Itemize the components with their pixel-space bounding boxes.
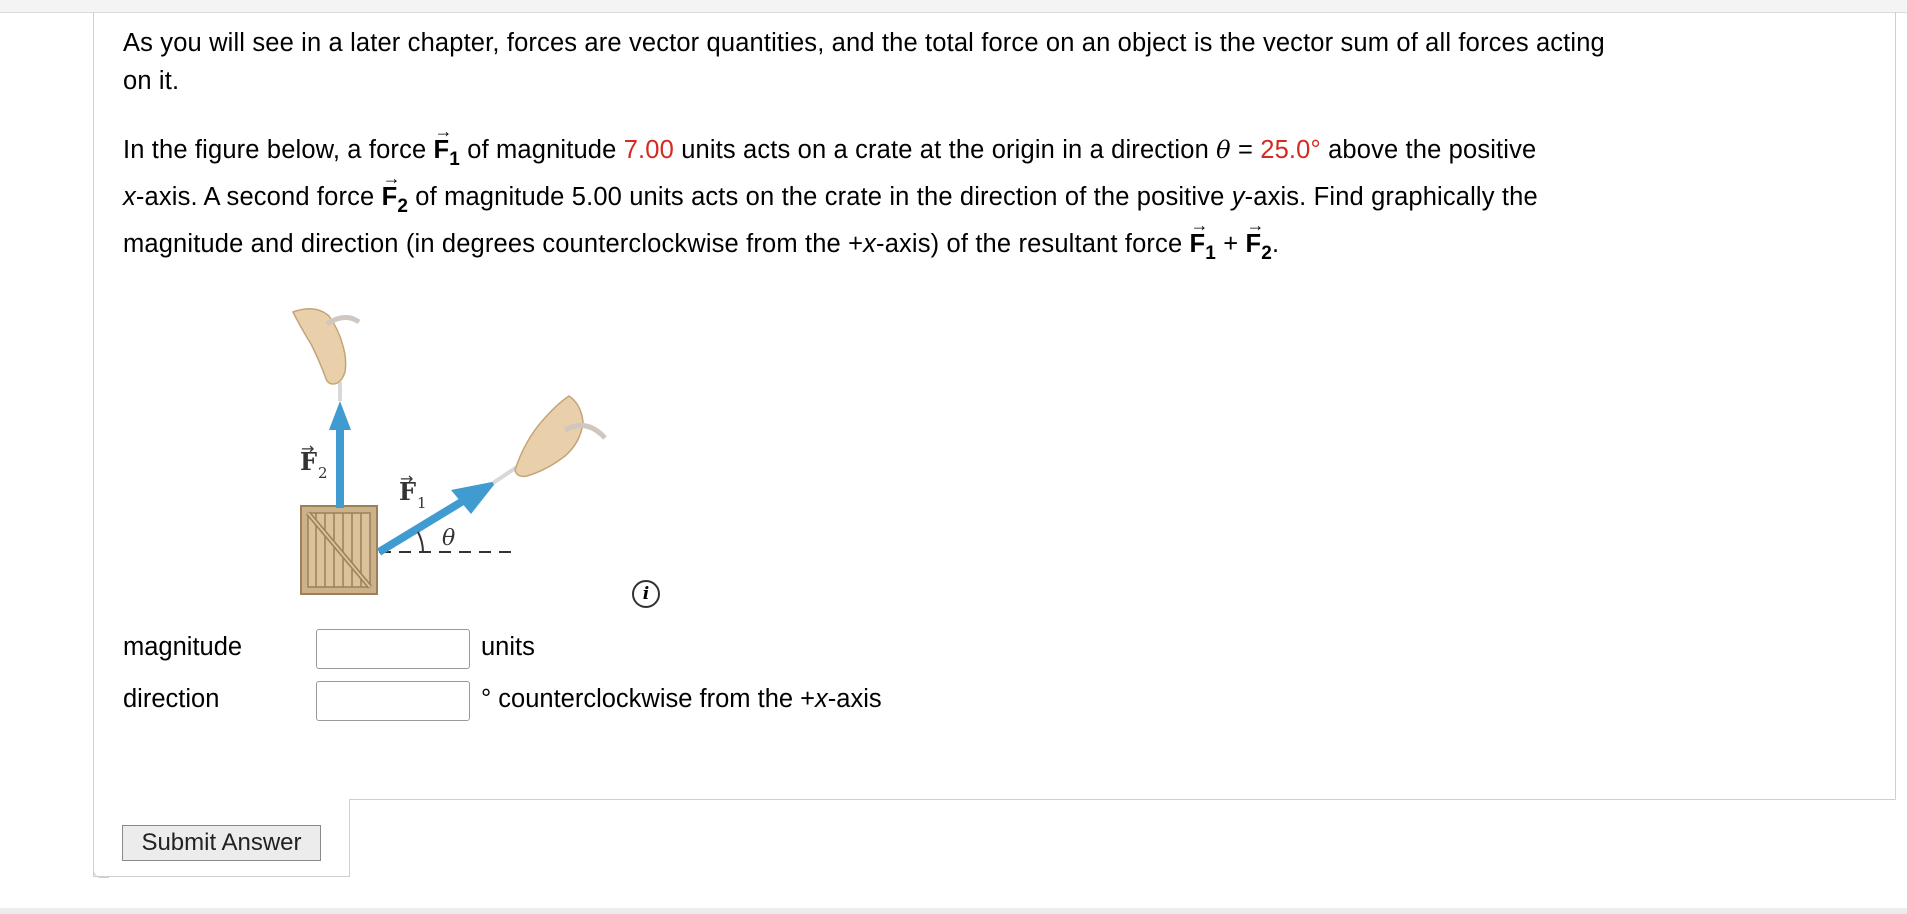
- magnitude-value: 7.00: [623, 136, 674, 164]
- force-f1-arrow: [376, 481, 497, 556]
- magnitude-input[interactable]: [316, 629, 470, 669]
- info-icon[interactable]: i: [632, 580, 660, 608]
- force-diagram: F 2 → F 1 → θ: [291, 308, 607, 595]
- label-f1-subscript: 1: [417, 494, 427, 512]
- subscript: 2: [397, 196, 409, 217]
- vector-letter: F: [1189, 230, 1206, 258]
- x-variable: x: [123, 183, 136, 211]
- question-text: units acts on a crate at the origin in a…: [673, 136, 1217, 164]
- question-text: of magnitude 5.00 units acts on the crat…: [408, 183, 1232, 211]
- y-variable: y: [1231, 183, 1245, 211]
- panel-border-step-top: [349, 799, 1895, 800]
- theta-arc: [417, 531, 424, 553]
- question-line-3: magnitude and direction (in degrees coun…: [123, 206, 1280, 273]
- intro-line-2: on it.: [123, 62, 179, 100]
- equals-sign: =: [1230, 136, 1261, 164]
- theta-symbol: θ: [1216, 136, 1231, 164]
- resultant-f2-symbol: F2: [1245, 206, 1272, 273]
- question-text: -axis) of the resultant force: [876, 230, 1190, 258]
- subscript: 1: [1205, 243, 1216, 264]
- panel-border-left: [93, 12, 94, 876]
- crate-icon: [300, 505, 378, 595]
- question-text: -axis. A second force: [135, 183, 382, 211]
- force-f2-arrow: [329, 401, 351, 508]
- question-text: above the positive: [1320, 136, 1537, 164]
- x-variable: x: [815, 685, 828, 713]
- question-text: -axis. Find graphically the: [1244, 183, 1538, 211]
- angle-value: 25.0°: [1260, 136, 1321, 164]
- magnitude-unit: units: [481, 633, 535, 661]
- question-text: magnitude and direction (in degrees coun…: [123, 230, 864, 258]
- label-theta: θ: [442, 526, 455, 551]
- direction-unit-text: -axis: [827, 685, 882, 713]
- top-bar: [0, 0, 1907, 13]
- hand-right-icon: [514, 395, 607, 478]
- label-f2-arrow: →: [301, 439, 314, 458]
- magnitude-label: magnitude: [123, 633, 243, 661]
- intro-text-cont: on it.: [123, 67, 180, 95]
- plus-sign: +: [1215, 230, 1246, 258]
- direction-unit: ° counterclockwise from the +x-axis: [481, 685, 882, 714]
- submit-answer-button[interactable]: Submit Answer: [122, 825, 321, 861]
- panel-border-right: [1895, 12, 1896, 800]
- hand-top-icon: [291, 308, 361, 385]
- x-variable: x: [863, 230, 877, 258]
- intro-line-1: As you will see in a later chapter, forc…: [123, 24, 1605, 62]
- subscript: 2: [1261, 243, 1272, 264]
- vector-letter: F: [381, 183, 398, 211]
- panel-border-bottom: [93, 876, 350, 877]
- question-line-2: x-axis. A second force F2 of magnitude 5…: [123, 159, 1538, 226]
- direction-input[interactable]: [316, 681, 470, 721]
- direction-unit-text: ° counterclockwise from the +: [481, 685, 816, 713]
- question-line-1: In the figure below, a force F1 of magni…: [123, 112, 1537, 179]
- vector-letter: F: [433, 136, 450, 164]
- period: .: [1271, 230, 1280, 258]
- panel-border-step: [349, 799, 350, 877]
- subscript: 1: [449, 149, 460, 170]
- label-f1-arrow: →: [400, 469, 413, 488]
- force-f1-symbol: F1: [433, 112, 460, 179]
- resultant-f1-symbol: F1: [1189, 206, 1216, 273]
- bottom-bar: [0, 908, 1907, 914]
- force-f2-symbol: F2: [381, 159, 409, 226]
- question-text: of magnitude: [460, 136, 624, 164]
- label-f2-subscript: 2: [318, 464, 328, 482]
- intro-text: As you will see in a later chapter, forc…: [123, 29, 1605, 57]
- vector-letter: F: [1245, 230, 1262, 258]
- direction-label: direction: [123, 685, 220, 713]
